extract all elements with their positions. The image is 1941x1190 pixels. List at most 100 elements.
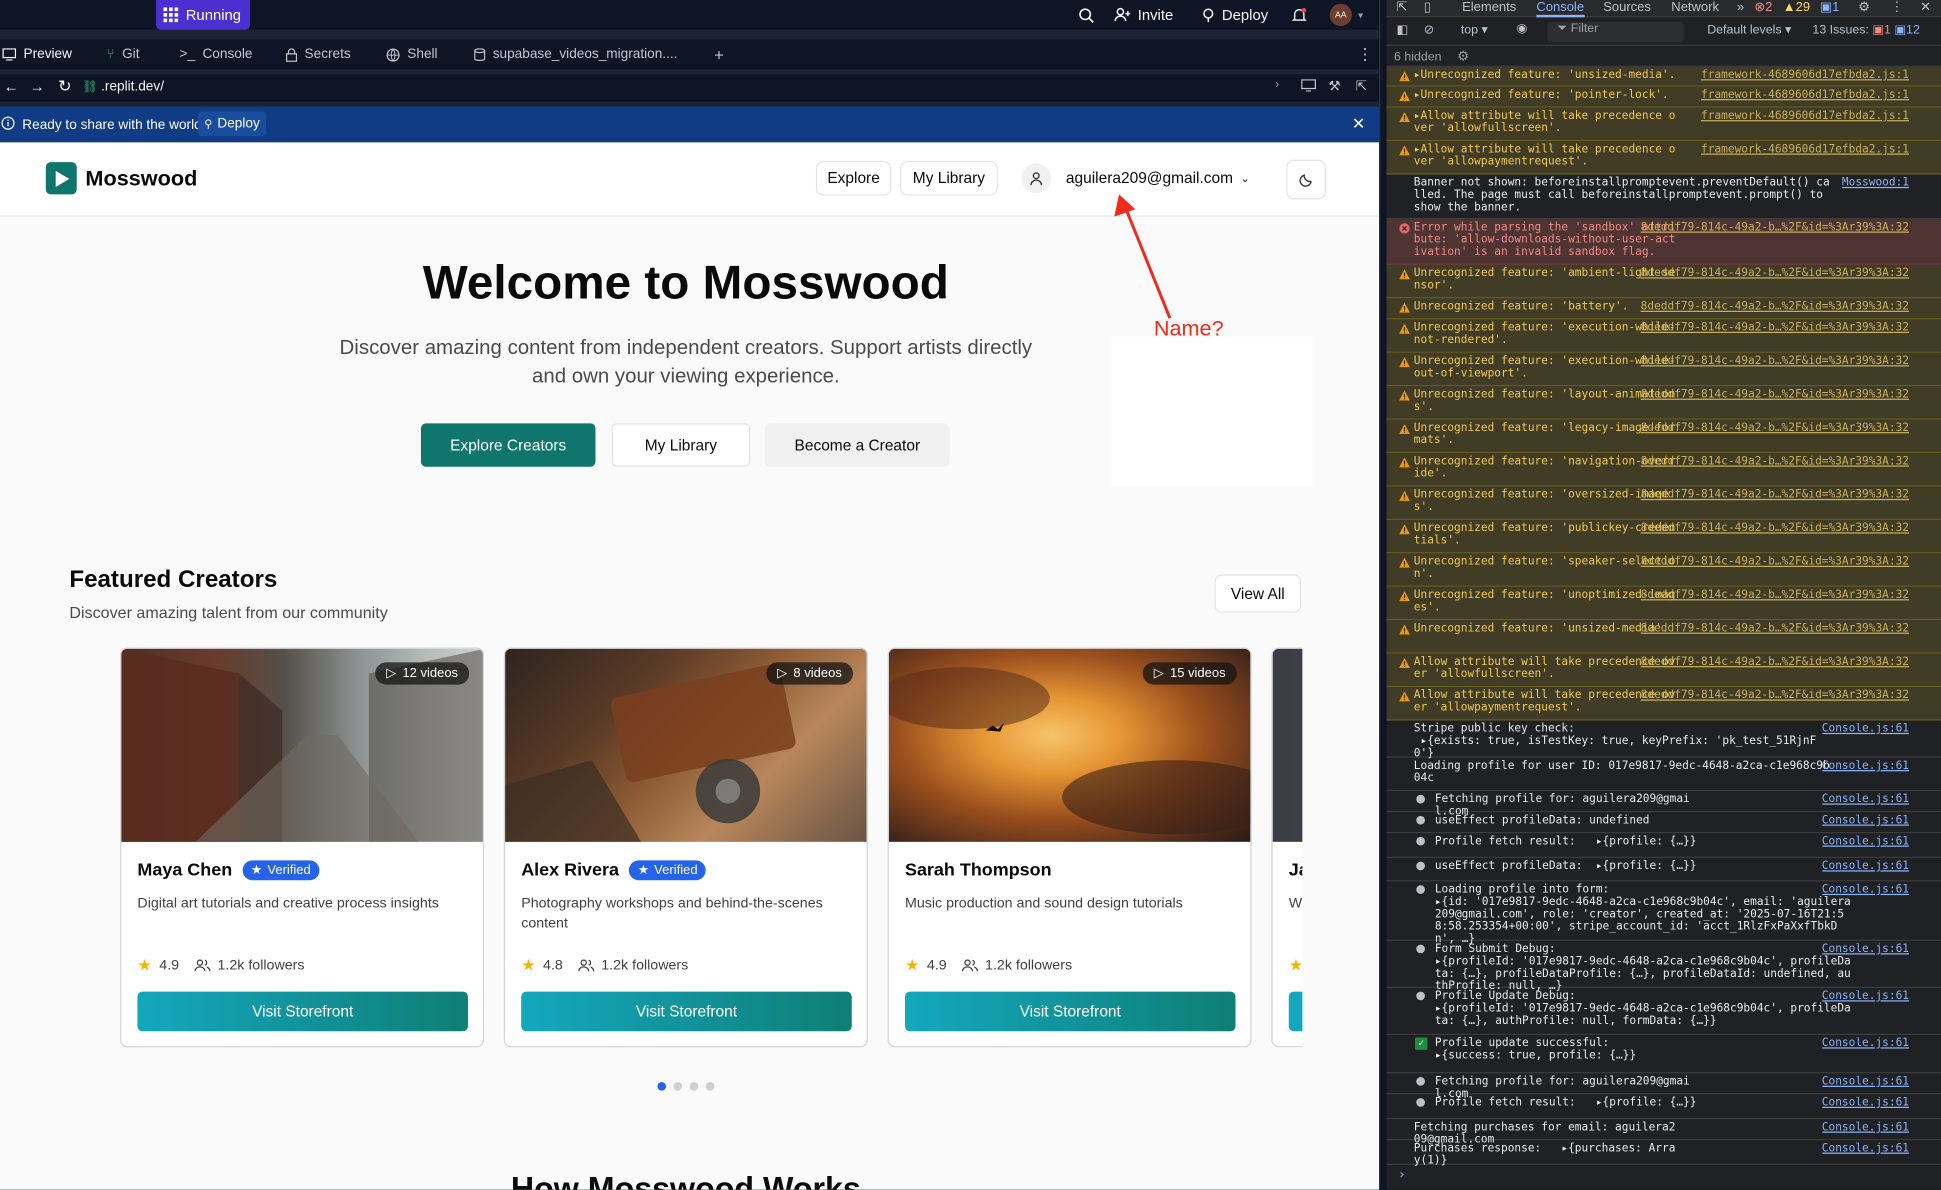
- console-source-link[interactable]: framework-4689606d17efbda2.js:1: [1701, 144, 1909, 156]
- console-source-link[interactable]: 8deddf79-814c-49a2-b…%2F&id=%3Ar39%3A:32: [1641, 522, 1909, 534]
- console-warning-row[interactable]: ▸Allow attribute will take precedence ov…: [1386, 141, 1941, 175]
- reload-icon[interactable]: ↻: [58, 77, 72, 97]
- log-levels-select[interactable]: Default levels ▾: [1707, 24, 1791, 38]
- pane-divider[interactable]: [1379, 0, 1387, 1190]
- console-source-link[interactable]: framework-4689606d17efbda2.js:1: [1701, 69, 1909, 81]
- sidebar-toggle-icon[interactable]: ◧: [1396, 24, 1408, 38]
- issues-counter[interactable]: 13 Issues: ▣1 ▣12: [1812, 24, 1919, 38]
- carousel-dot[interactable]: [673, 1082, 683, 1091]
- console-warning-row[interactable]: Unrecognized feature: 'navigation-overri…: [1386, 453, 1941, 487]
- filter-input[interactable]: ⏷ Filter: [1547, 22, 1684, 43]
- console-settings-gear-icon[interactable]: ⚙: [1457, 48, 1469, 65]
- console-source-link[interactable]: Console.js:61: [1822, 1143, 1909, 1155]
- console-warning-row[interactable]: Unrecognized feature: 'legacy-image-form…: [1386, 419, 1941, 454]
- user-menu[interactable]: aguilera209@gmail.com ⌄: [1021, 163, 1250, 194]
- devtools-tab-console[interactable]: Console: [1536, 0, 1585, 18]
- carousel-dot[interactable]: [689, 1082, 699, 1091]
- invite-button[interactable]: Invite: [1114, 0, 1173, 30]
- console-log-row[interactable]: Stripe public key check: ▸{exists: true,…: [1386, 721, 1941, 760]
- tab-console[interactable]: >_ Console: [180, 40, 253, 70]
- console-log-row[interactable]: Profile fetch result: ▸{profile: {…}} Con…: [1386, 1094, 1941, 1120]
- clear-console-icon[interactable]: ⊘: [1424, 24, 1434, 38]
- close-icon[interactable]: ✕: [1352, 114, 1366, 134]
- console-log-row[interactable]: ✓ Profile update successful: ▸{success: t…: [1386, 1035, 1941, 1074]
- error-count-badge[interactable]: ⊗2: [1754, 0, 1772, 15]
- console-log-row[interactable]: useEffect profileData: undefined Console.…: [1386, 812, 1941, 834]
- more-tabs-icon[interactable]: »: [1737, 0, 1744, 15]
- share-deploy-button[interactable]: ⚲ Deploy: [198, 111, 266, 137]
- console-source-link[interactable]: 8deddf79-814c-49a2-b…%2F&id=%3Ar39%3A:32: [1641, 301, 1909, 313]
- console-source-link[interactable]: framework-4689606d17efbda2.js:1: [1701, 110, 1909, 122]
- console-warning-row[interactable]: Allow attribute will take precedence ove…: [1386, 687, 1941, 721]
- tab-migration-file[interactable]: supabase_videos_migration....: [474, 40, 677, 70]
- console-source-link[interactable]: Console.js:61: [1822, 1037, 1909, 1049]
- console-source-link[interactable]: Console.js:61: [1822, 1097, 1909, 1109]
- warning-count-badge[interactable]: ▲29: [1783, 0, 1810, 15]
- new-tab-plus-icon[interactable]: +: [714, 40, 723, 70]
- visit-storefront-button[interactable]: Visit Storefront: [521, 991, 852, 1032]
- console-source-link[interactable]: 8deddf79-814c-49a2-b…%2F&id=%3Ar39%3A:32: [1641, 389, 1909, 401]
- console-log-row[interactable]: Profile fetch result: ▸{profile: {…}} Con…: [1386, 833, 1941, 858]
- console-source-link[interactable]: Console.js:61: [1822, 1122, 1909, 1134]
- console-warning-row[interactable]: Allow attribute will take precedence ove…: [1386, 653, 1941, 688]
- devices-icon[interactable]: [1301, 79, 1316, 92]
- console-warning-row[interactable]: Unrecognized feature: 'unoptimized-image…: [1386, 586, 1941, 621]
- settings-gear-icon[interactable]: ⚙: [1858, 0, 1870, 15]
- console-source-link[interactable]: 8deddf79-814c-49a2-b…%2F&id=%3Ar39%3A:32: [1641, 489, 1909, 501]
- console-warning-row[interactable]: Unrecognized feature: 'speaker-selection…: [1386, 553, 1941, 587]
- console-source-link[interactable]: 8deddf79-814c-49a2-b…%2F&id=%3Ar39%3A:32: [1641, 355, 1909, 367]
- back-arrow-icon[interactable]: ←: [4, 78, 19, 95]
- become-creator-button[interactable]: Become a Creator: [765, 423, 950, 467]
- eye-icon[interactable]: ◉: [1517, 22, 1528, 36]
- console-source-link[interactable]: Console.js:61: [1822, 990, 1909, 1002]
- console-error-row[interactable]: Error while parsing the 'sandbox' attrib…: [1386, 219, 1941, 265]
- console-warning-row[interactable]: ▸Allow attribute will take precedence ov…: [1386, 107, 1941, 142]
- devtools-tab-sources[interactable]: Sources: [1603, 0, 1651, 15]
- console-log-row[interactable]: useEffect profileData: ▸{profile: {…}} Co…: [1386, 858, 1941, 882]
- tab-secrets[interactable]: Secrets: [285, 40, 351, 70]
- forward-arrow-icon[interactable]: →: [30, 78, 45, 95]
- nav-explore-button[interactable]: Explore: [815, 160, 892, 196]
- console-warning-row[interactable]: Unrecognized feature: 'unsized-media'. 8d…: [1386, 620, 1941, 654]
- theme-toggle-button[interactable]: [1286, 159, 1326, 200]
- avatar-menu[interactable]: AA ▾: [1329, 0, 1363, 30]
- console-warning-row[interactable]: Unrecognized feature: 'layout-animations…: [1386, 386, 1941, 420]
- inspect-icon[interactable]: ⇱: [1396, 0, 1407, 15]
- carousel-dot[interactable]: [705, 1082, 715, 1091]
- tab-preview[interactable]: Preview: [2, 40, 72, 70]
- console-source-link[interactable]: 8deddf79-814c-49a2-b…%2F&id=%3Ar39%3A:32: [1641, 623, 1909, 635]
- console-source-link[interactable]: 8deddf79-814c-49a2-b…%2F&id=%3Ar39%3A:32: [1641, 456, 1909, 468]
- console-source-link[interactable]: Console.js:61: [1822, 760, 1909, 772]
- visit-storefront-button[interactable]: Visit Storefront: [904, 991, 1236, 1032]
- my-library-button[interactable]: My Library: [611, 423, 751, 467]
- console-source-link[interactable]: Console.js:61: [1822, 884, 1909, 896]
- console-source-link[interactable]: framework-4689606d17efbda2.js:1: [1701, 89, 1909, 101]
- more-vertical-icon[interactable]: ⋮: [1357, 40, 1373, 70]
- console-source-link[interactable]: Console.js:61: [1822, 860, 1909, 872]
- console-warning-row[interactable]: Unrecognized feature: 'execution-while-o…: [1386, 352, 1941, 387]
- console-log-row[interactable]: Purchases response: ▸{purchases: Array(1…: [1386, 1140, 1941, 1167]
- devtools-tab-elements[interactable]: Elements: [1462, 0, 1516, 15]
- external-link-icon[interactable]: ⇱: [1356, 78, 1367, 94]
- notification-bell-icon[interactable]: [1291, 0, 1307, 30]
- console-log-row[interactable]: Loading profile for user ID: 017e9817-9e…: [1386, 758, 1941, 792]
- console-log-row[interactable]: Form Submit Debug: ▸{profileId: '017e981…: [1386, 941, 1941, 993]
- console-source-link[interactable]: Console.js:61: [1822, 943, 1909, 955]
- close-icon[interactable]: ✕: [1920, 0, 1931, 15]
- console-source-link[interactable]: 8deddf79-814c-49a2-b…%2F&id=%3Ar39%3A:32: [1641, 589, 1909, 601]
- url-arrow-icon[interactable]: ›: [1275, 78, 1279, 92]
- console-source-link[interactable]: 8deddf79-814c-49a2-b…%2F&id=%3Ar39%3A:32: [1641, 222, 1909, 234]
- console-source-link[interactable]: 8deddf79-814c-49a2-b…%2F&id=%3Ar39%3A:32: [1641, 322, 1909, 334]
- console-log-row[interactable]: Profile Update Debug: ▸{profileId: '017e…: [1386, 988, 1941, 1035]
- search-icon[interactable]: [1078, 0, 1094, 30]
- console-source-link[interactable]: 8deddf79-814c-49a2-b…%2F&id=%3Ar39%3A:32: [1641, 656, 1909, 668]
- devtools-tab-network[interactable]: Network: [1671, 0, 1719, 15]
- console-warning-row[interactable]: Unrecognized feature: 'oversized-images'…: [1386, 486, 1941, 520]
- console-source-link[interactable]: 8deddf79-814c-49a2-b…%2F&id=%3Ar39%3A:32: [1641, 267, 1909, 279]
- console-source-link[interactable]: 8deddf79-814c-49a2-b…%2F&id=%3Ar39%3A:32: [1641, 690, 1909, 702]
- console-warning-row[interactable]: Unrecognized feature: 'battery'. 8deddf79…: [1386, 298, 1941, 320]
- console-source-link[interactable]: Console.js:61: [1822, 836, 1909, 848]
- console-warning-row[interactable]: Unrecognized feature: 'ambient-light-sen…: [1386, 264, 1941, 299]
- console-log-row[interactable]: Banner not shown: beforeinstallprompteve…: [1386, 175, 1941, 220]
- console-source-link[interactable]: Console.js:61: [1822, 794, 1909, 806]
